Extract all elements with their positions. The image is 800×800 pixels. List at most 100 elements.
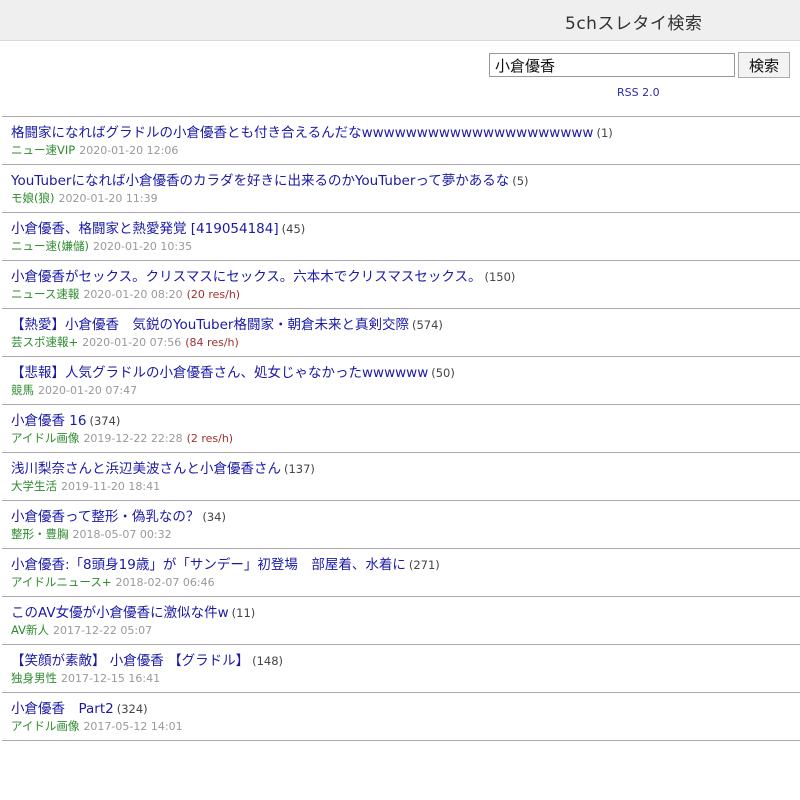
result-date: 2017-05-12 14:01 (83, 720, 183, 733)
result-reply-count: (574) (411, 318, 443, 332)
result-reply-count: (34) (202, 510, 226, 524)
result-title-line: 小倉優香って整形・偽乳なの？ (34) (11, 507, 800, 526)
page-header: 5chスレタイ検索 (0, 0, 800, 41)
result-meta: アイドル画像 2019-12-22 22:28 (2 res/h) (11, 431, 800, 446)
result-date: 2018-05-07 00:32 (72, 528, 172, 541)
result-title-link[interactable]: 【悲報】人気グラドルの小倉優香さん、処女じゃなかったwwwwww (11, 365, 428, 381)
result-meta: 競馬 2020-01-20 07:47 (11, 383, 800, 398)
result-meta: 整形・豊胸 2018-05-07 00:32 (11, 527, 800, 542)
result-meta: 芸スポ速報+ 2020-01-20 07:56 (84 res/h) (11, 335, 800, 350)
result-board: 芸スポ速報+ (11, 335, 79, 349)
rss-link[interactable]: RSS 2.0 (617, 86, 660, 99)
result-title-link[interactable]: 小倉優香、格闘家と熱愛発覚 [419054184] (11, 221, 279, 237)
result-item: 小倉優香 Part2 (324) アイドル画像 2017-05-12 14:01 (2, 693, 800, 741)
result-item: 小倉優香:「8頭身19歳」が「サンデー」初登場 部屋着、水着に (271) アイドル… (2, 549, 800, 597)
result-meta: 独身男性 2017-12-15 16:41 (11, 671, 800, 686)
result-title-link[interactable]: 浅川梨奈さんと浜辺美波さんと小倉優香さん (11, 461, 281, 477)
result-date: 2020-01-20 08:20 (83, 288, 183, 301)
result-date: 2020-01-20 12:06 (79, 144, 179, 157)
result-title-line: YouTuberになれば小倉優香のカラダを好きに出来るのかYouTuberって夢… (11, 171, 800, 190)
result-date: 2017-12-15 16:41 (61, 672, 161, 685)
result-board: ニュー速(嫌儲) (11, 239, 89, 253)
result-date: 2020-01-20 07:56 (82, 336, 182, 349)
result-reply-count: (50) (431, 366, 455, 380)
results-list: 格闘家になればグラドルの小倉優香とも付き合えるんだなwwwwwwwwwwwwww… (2, 116, 800, 741)
result-title-link[interactable]: YouTuberになれば小倉優香のカラダを好きに出来るのかYouTuberって夢… (11, 173, 509, 189)
result-date: 2019-11-20 18:41 (61, 480, 161, 493)
result-reply-count: (148) (252, 654, 284, 668)
result-post-rate: (2 res/h) (186, 432, 234, 445)
result-board: アイドルニュース+ (11, 575, 112, 589)
result-meta: ニュー速(嫌儲) 2020-01-20 10:35 (11, 239, 800, 254)
result-post-rate: (20 res/h) (186, 288, 241, 301)
result-board: 競馬 (11, 383, 34, 397)
result-reply-count: (271) (408, 558, 440, 572)
result-date: 2018-02-07 06:46 (115, 576, 215, 589)
result-title-line: 【熱愛】小倉優香 気鋭のYouTuber格闘家・朝倉未来と真剣交際 (574) (11, 315, 800, 334)
result-title-line: 格闘家になればグラドルの小倉優香とも付き合えるんだなwwwwwwwwwwwwww… (11, 123, 800, 142)
result-title-link[interactable]: 小倉優香って整形・偽乳なの？ (11, 509, 199, 525)
result-title-line: 小倉優香、格闘家と熱愛発覚 [419054184] (45) (11, 219, 800, 238)
result-item: 【熱愛】小倉優香 気鋭のYouTuber格闘家・朝倉未来と真剣交際 (574) 芸ス… (2, 309, 800, 357)
result-title-link[interactable]: 小倉優香:「8頭身19歳」が「サンデー」初登場 部屋着、水着に (11, 557, 406, 573)
result-meta: AV新人 2017-12-22 05:07 (11, 623, 800, 638)
result-reply-count: (11) (231, 606, 256, 620)
result-post-rate: (84 res/h) (185, 336, 239, 349)
result-item: 格闘家になればグラドルの小倉優香とも付き合えるんだなwwwwwwwwwwwwww… (2, 117, 800, 165)
result-title-line: 【悲報】人気グラドルの小倉優香さん、処女じゃなかったwwwwww (50) (11, 363, 800, 382)
result-reply-count: (45) (281, 222, 306, 236)
result-reply-count: (324) (116, 702, 148, 716)
result-reply-count: (5) (512, 174, 529, 188)
result-reply-count: (150) (484, 270, 516, 284)
result-item: このAV女優が小倉優香に激似な件w (11) AV新人 2017-12-22 05:0… (2, 597, 800, 645)
result-board: 独身男性 (11, 671, 57, 685)
result-board: AV新人 (11, 623, 49, 637)
result-meta: ニュース速報 2020-01-20 08:20 (20 res/h) (11, 287, 800, 302)
result-title-link[interactable]: このAV女優が小倉優香に激似な件w (11, 605, 229, 621)
result-title-line: 小倉優香:「8頭身19歳」が「サンデー」初登場 部屋着、水着に (271) (11, 555, 800, 574)
result-meta: モ娘(狼) 2020-01-20 11:39 (11, 191, 800, 206)
result-title-line: 浅川梨奈さんと浜辺美波さんと小倉優香さん (137) (11, 459, 800, 478)
result-title-link[interactable]: 【熱愛】小倉優香 気鋭のYouTuber格闘家・朝倉未来と真剣交際 (11, 317, 409, 333)
result-title-link[interactable]: 格闘家になればグラドルの小倉優香とも付き合えるんだなwwwwwwwwwwwwww… (11, 125, 593, 141)
result-title-line: 小倉優香 Part2 (324) (11, 699, 800, 718)
result-board: モ娘(狼) (11, 191, 55, 205)
result-reply-count: (374) (89, 414, 121, 428)
result-meta: アイドルニュース+ 2018-02-07 06:46 (11, 575, 800, 590)
result-item: 浅川梨奈さんと浜辺美波さんと小倉優香さん (137) 大学生活 2019-11-20 … (2, 453, 800, 501)
result-item: 【悲報】人気グラドルの小倉優香さん、処女じゃなかったwwwwww (50) 競馬 20… (2, 357, 800, 405)
result-title-link[interactable]: 【笑顔が素敵】 小倉優香 【グラドル】 (11, 653, 249, 669)
result-date: 2020-01-20 11:39 (58, 192, 158, 205)
result-board: ニュース速報 (11, 287, 80, 301)
result-date: 2020-01-20 07:47 (38, 384, 138, 397)
site-title[interactable]: 5chスレタイ検索 (565, 9, 702, 34)
result-title-link[interactable]: 小倉優香がセックス。クリスマスにセックス。六本木でクリスマスセックス。 (11, 269, 481, 285)
result-date: 2017-12-22 05:07 (53, 624, 153, 637)
result-board: 大学生活 (11, 479, 57, 493)
result-board: アイドル画像 (11, 719, 80, 733)
result-title-line: 小倉優香 16 (374) (11, 411, 800, 430)
result-date: 2019-12-22 22:28 (83, 432, 183, 445)
result-reply-count: (1) (596, 126, 613, 140)
result-item: 小倉優香、格闘家と熱愛発覚 [419054184] (45) ニュー速(嫌儲) 202… (2, 213, 800, 261)
search-button[interactable]: 検索 (738, 52, 790, 78)
result-meta: アイドル画像 2017-05-12 14:01 (11, 719, 800, 734)
result-date: 2020-01-20 10:35 (92, 240, 193, 253)
result-title-link[interactable]: 小倉優香 Part2 (11, 701, 114, 717)
result-board: ニュー速VIP (11, 143, 76, 157)
result-title-link[interactable]: 小倉優香 16 (11, 413, 86, 429)
result-item: 小倉優香がセックス。クリスマスにセックス。六本木でクリスマスセックス。 (150)… (2, 261, 800, 309)
result-meta: 大学生活 2019-11-20 18:41 (11, 479, 800, 494)
result-reply-count: (137) (284, 462, 315, 476)
result-title-line: 【笑顔が素敵】 小倉優香 【グラドル】 (148) (11, 651, 800, 670)
result-board: 整形・豊胸 (11, 527, 69, 541)
result-item: YouTuberになれば小倉優香のカラダを好きに出来るのかYouTuberって夢… (2, 165, 800, 213)
result-item: 小倉優香って整形・偽乳なの？ (34) 整形・豊胸 2018-05-07 00:32 (2, 501, 800, 549)
result-title-line: このAV女優が小倉優香に激似な件w (11) (11, 603, 800, 622)
result-item: 【笑顔が素敵】 小倉優香 【グラドル】 (148) 独身男性 2017-12-15 1… (2, 645, 800, 693)
result-meta: ニュー速VIP 2020-01-20 12:06 (11, 143, 800, 158)
result-item: 小倉優香 16 (374) アイドル画像 2019-12-22 22:28 (2 res… (2, 405, 800, 453)
search-input[interactable] (489, 53, 735, 77)
search-area: 検索 RSS 2.0 (0, 41, 800, 113)
result-board: アイドル画像 (11, 431, 80, 445)
